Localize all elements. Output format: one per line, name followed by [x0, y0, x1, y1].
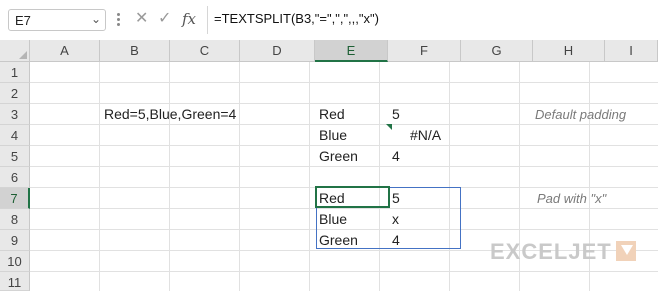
row-header-5[interactable]: 5 — [0, 146, 30, 167]
cell-f8[interactable]: x — [392, 209, 399, 230]
insert-function-icon[interactable]: fx — [182, 10, 196, 28]
row-header-10[interactable]: 10 — [0, 251, 30, 272]
column-header-a[interactable]: A — [30, 40, 100, 62]
cell-f9[interactable]: 4 — [392, 230, 400, 251]
error-indicator-icon[interactable] — [386, 124, 392, 130]
row-header-2[interactable]: 2 — [0, 83, 30, 104]
column-header-e[interactable]: E — [315, 40, 388, 62]
drag-handle-icon[interactable] — [116, 11, 122, 29]
column-header-i[interactable]: I — [605, 40, 658, 62]
exceljet-logo-icon — [616, 241, 636, 261]
cell-b3[interactable]: Red=5,Blue,Green=4 — [104, 104, 236, 125]
row-header-1[interactable]: 1 — [0, 62, 30, 83]
cell-e8[interactable]: Blue — [319, 209, 347, 230]
cell-f4[interactable]: #N/A — [410, 125, 441, 146]
column-header-h[interactable]: H — [533, 40, 605, 62]
row-header-4[interactable]: 4 — [0, 125, 30, 146]
exceljet-logo: EXCELJET — [490, 239, 612, 264]
row-header-11[interactable]: 11 — [0, 272, 30, 291]
cell-e7[interactable]: Red — [319, 188, 345, 209]
select-all-icon — [19, 51, 27, 59]
row-header-9[interactable]: 9 — [0, 230, 30, 251]
formula-input[interactable]: =TEXTSPLIT(B3,"=",",",,,"x") — [214, 11, 379, 26]
cell-e3[interactable]: Red — [319, 104, 345, 125]
name-box[interactable]: E7 ⌄ — [8, 9, 106, 31]
cell-f7[interactable]: 5 — [392, 188, 400, 209]
cell-e9[interactable]: Green — [319, 230, 358, 251]
cell-f3[interactable]: 5 — [392, 104, 400, 125]
column-header-c[interactable]: C — [170, 40, 240, 62]
column-header-b[interactable]: B — [100, 40, 170, 62]
row-header-6[interactable]: 6 — [0, 167, 30, 188]
note-default-padding: Default padding — [535, 107, 627, 122]
column-header-g[interactable]: G — [461, 40, 533, 62]
cell-e5[interactable]: Green — [319, 146, 358, 167]
column-header-d[interactable]: D — [240, 40, 315, 62]
column-header-f[interactable]: F — [388, 40, 461, 62]
formula-bar: E7 ⌄ ✕ ✓ fx =TEXTSPLIT(B3,"=",",",,,"x") — [0, 0, 658, 40]
select-all-button[interactable] — [0, 40, 30, 62]
cell-e4[interactable]: Blue — [319, 125, 347, 146]
divider — [207, 6, 208, 34]
cancel-icon[interactable]: ✕ — [135, 8, 148, 28]
row-header-7[interactable]: 7 — [0, 188, 30, 209]
name-box-value: E7 — [15, 13, 31, 28]
enter-icon[interactable]: ✓ — [158, 8, 171, 28]
chevron-down-icon[interactable]: ⌄ — [91, 12, 101, 26]
note-pad-with-x: Pad with "x" — [537, 191, 607, 206]
cell-f5[interactable]: 4 — [392, 146, 400, 167]
row-header-8[interactable]: 8 — [0, 209, 30, 230]
row-header-3[interactable]: 3 — [0, 104, 30, 125]
